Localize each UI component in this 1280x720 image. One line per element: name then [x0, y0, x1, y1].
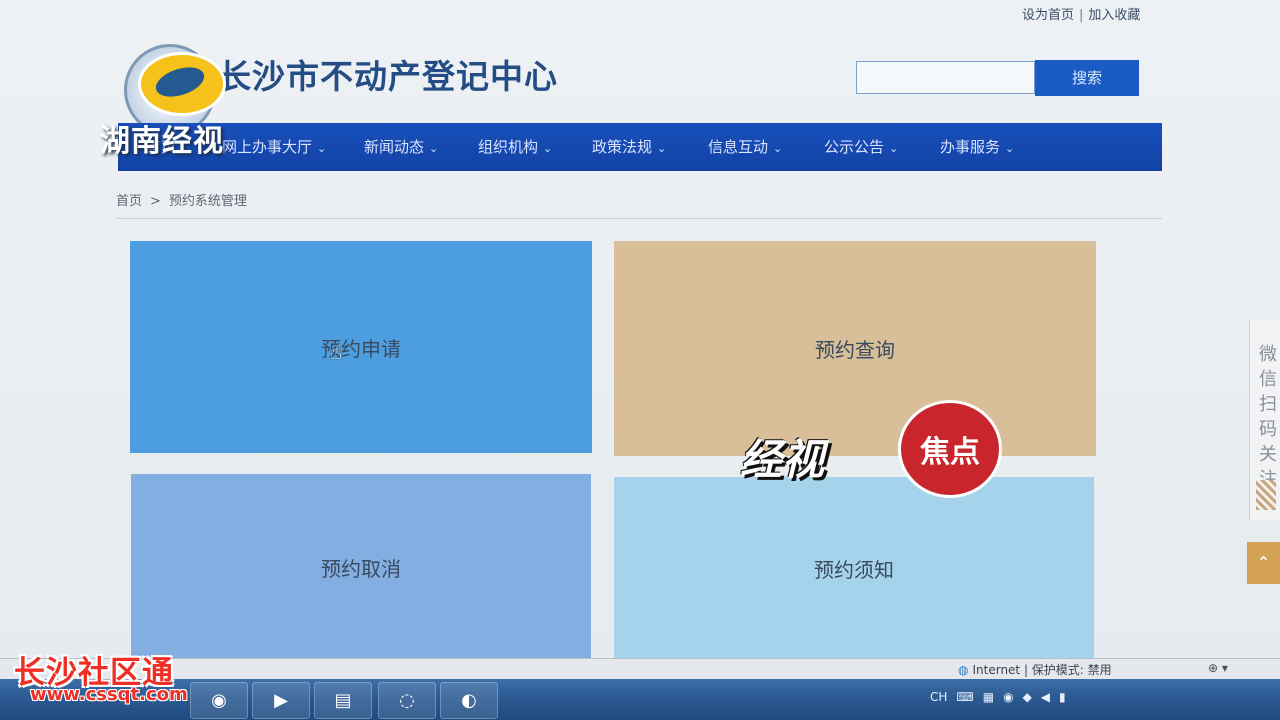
- show-name-badge: 焦点: [898, 400, 1002, 498]
- nav-item-label: 公示公告: [824, 138, 885, 156]
- nav-item-news[interactable]: 新闻动态 ⌄: [364, 123, 438, 171]
- security-zone[interactable]: ◍ Internet | 保护模式: 禁用: [958, 661, 1112, 678]
- top-links: 设为首页 | 加入收藏: [1022, 4, 1140, 23]
- nav-item-label: 新闻动态: [364, 138, 425, 156]
- qr-code-icon: [1256, 480, 1276, 510]
- nav-item-label: 政策法规: [592, 138, 653, 156]
- nav-item-label: 办事服务: [940, 138, 1001, 156]
- appointment-apply-tile[interactable]: 预约申请: [130, 241, 592, 453]
- security-zone-label: Internet | 保护模式: 禁用: [972, 663, 1112, 677]
- chat-tray-icon[interactable]: ◉: [1003, 690, 1013, 704]
- site-title: 长沙市不动产登记中心: [218, 57, 558, 96]
- breadcrumb-home[interactable]: 首页: [116, 194, 142, 209]
- hunan-tv-logo-icon: [138, 52, 226, 116]
- windows-taskbar: ◉ ▶ ▤ ◌ ◐ CH ⌨ ▦ ◉ ◆ ◀ ▮: [0, 679, 1280, 720]
- shield-icon[interactable]: ◆: [1023, 690, 1032, 704]
- wechat-qr-panel[interactable]: 微信扫码关注: [1249, 320, 1280, 520]
- chat-icon: ◌: [399, 690, 415, 711]
- main-nav: 首页 网上办事大厅 ⌄ 新闻动态 ⌄ 组织机构 ⌄ 政策法规 ⌄ 信息互动 ⌄ 公示公告 ⌄…: [118, 123, 1162, 171]
- nav-item-interaction[interactable]: 信息互动 ⌄: [708, 123, 782, 171]
- chrome-taskbar-button[interactable]: ◉: [190, 682, 248, 719]
- nav-item-announcements[interactable]: 公示公告 ⌄: [824, 123, 898, 171]
- nav-item-policies[interactable]: 政策法规 ⌄: [592, 123, 666, 171]
- document-icon: ▤: [334, 690, 352, 711]
- tile-label: 预约取消: [321, 556, 401, 581]
- nav-item-label: 网上办事大厅: [222, 138, 313, 156]
- show-name-watermark: 经视: [740, 435, 825, 484]
- appointment-query-tile[interactable]: 预约查询: [614, 241, 1096, 456]
- input-language[interactable]: CH: [930, 690, 947, 704]
- system-tray: CH ⌨ ▦ ◉ ◆ ◀ ▮: [930, 690, 1075, 704]
- add-favorite-link[interactable]: 加入收藏: [1088, 8, 1140, 23]
- signal-icon[interactable]: ▮: [1059, 690, 1066, 704]
- browser-icon: ◐: [461, 690, 477, 711]
- nav-item-label: 组织机构: [478, 138, 539, 156]
- chevron-down-icon: ⌄: [773, 142, 783, 155]
- search-input[interactable]: [856, 61, 1035, 94]
- top-links-separator: |: [1079, 8, 1084, 23]
- zoom-icon: ⊕ ▾: [1208, 661, 1228, 675]
- set-homepage-link[interactable]: 设为首页: [1022, 8, 1074, 23]
- chevron-down-icon: ⌄: [543, 142, 553, 155]
- word-taskbar-button[interactable]: ▤: [314, 682, 372, 719]
- browser-status-bar: ◍ Internet | 保护模式: 禁用 ⊕ ▾: [0, 658, 1280, 679]
- nav-item-organization[interactable]: 组织机构 ⌄: [478, 123, 552, 171]
- community-url-watermark: www.cssqt.com: [30, 684, 188, 705]
- ie-taskbar-button[interactable]: ◐: [440, 682, 498, 719]
- play-icon: ▶: [274, 690, 288, 711]
- qr-caption: 微信扫码关注: [1259, 344, 1277, 490]
- breadcrumb: 首页 > 预约系统管理: [116, 190, 247, 209]
- nav-item-online-hall[interactable]: 网上办事大厅 ⌄: [222, 123, 326, 171]
- keyboard-icon[interactable]: ⌨: [956, 690, 973, 704]
- chrome-icon: ◉: [211, 690, 227, 711]
- breadcrumb-current: 预约系统管理: [168, 194, 247, 209]
- tv-channel-watermark: 湖南经视: [100, 124, 224, 159]
- volume-icon[interactable]: ◀: [1041, 690, 1050, 704]
- nav-item-label: 信息互动: [708, 138, 769, 156]
- tile-label: 预约须知: [814, 558, 894, 582]
- zoom-control[interactable]: ⊕ ▾: [1208, 661, 1228, 675]
- network-icon[interactable]: ▦: [983, 690, 994, 704]
- globe-icon: ◍: [958, 663, 969, 677]
- tile-label: 预约查询: [815, 338, 895, 362]
- wechat-taskbar-button[interactable]: ◌: [378, 682, 436, 719]
- breadcrumb-divider: [116, 218, 1162, 219]
- chevron-down-icon: ⌄: [317, 142, 327, 155]
- chevron-down-icon: ⌄: [429, 142, 439, 155]
- breadcrumb-separator: >: [150, 194, 161, 209]
- hand-pointer-icon: ☝: [330, 340, 343, 364]
- appointment-cancel-tile[interactable]: 预约取消: [131, 474, 591, 660]
- search-button[interactable]: 搜索: [1035, 60, 1139, 96]
- back-to-top-button[interactable]: ⌃: [1247, 542, 1280, 584]
- appointment-notice-tile[interactable]: 预约须知: [614, 477, 1094, 660]
- nav-item-services[interactable]: 办事服务 ⌄: [940, 123, 1014, 171]
- chevron-up-icon: ⌃: [1256, 553, 1271, 572]
- chevron-down-icon: ⌄: [1005, 142, 1015, 155]
- media-taskbar-button[interactable]: ▶: [252, 682, 310, 719]
- chevron-down-icon: ⌄: [889, 142, 899, 155]
- chevron-down-icon: ⌄: [657, 142, 667, 155]
